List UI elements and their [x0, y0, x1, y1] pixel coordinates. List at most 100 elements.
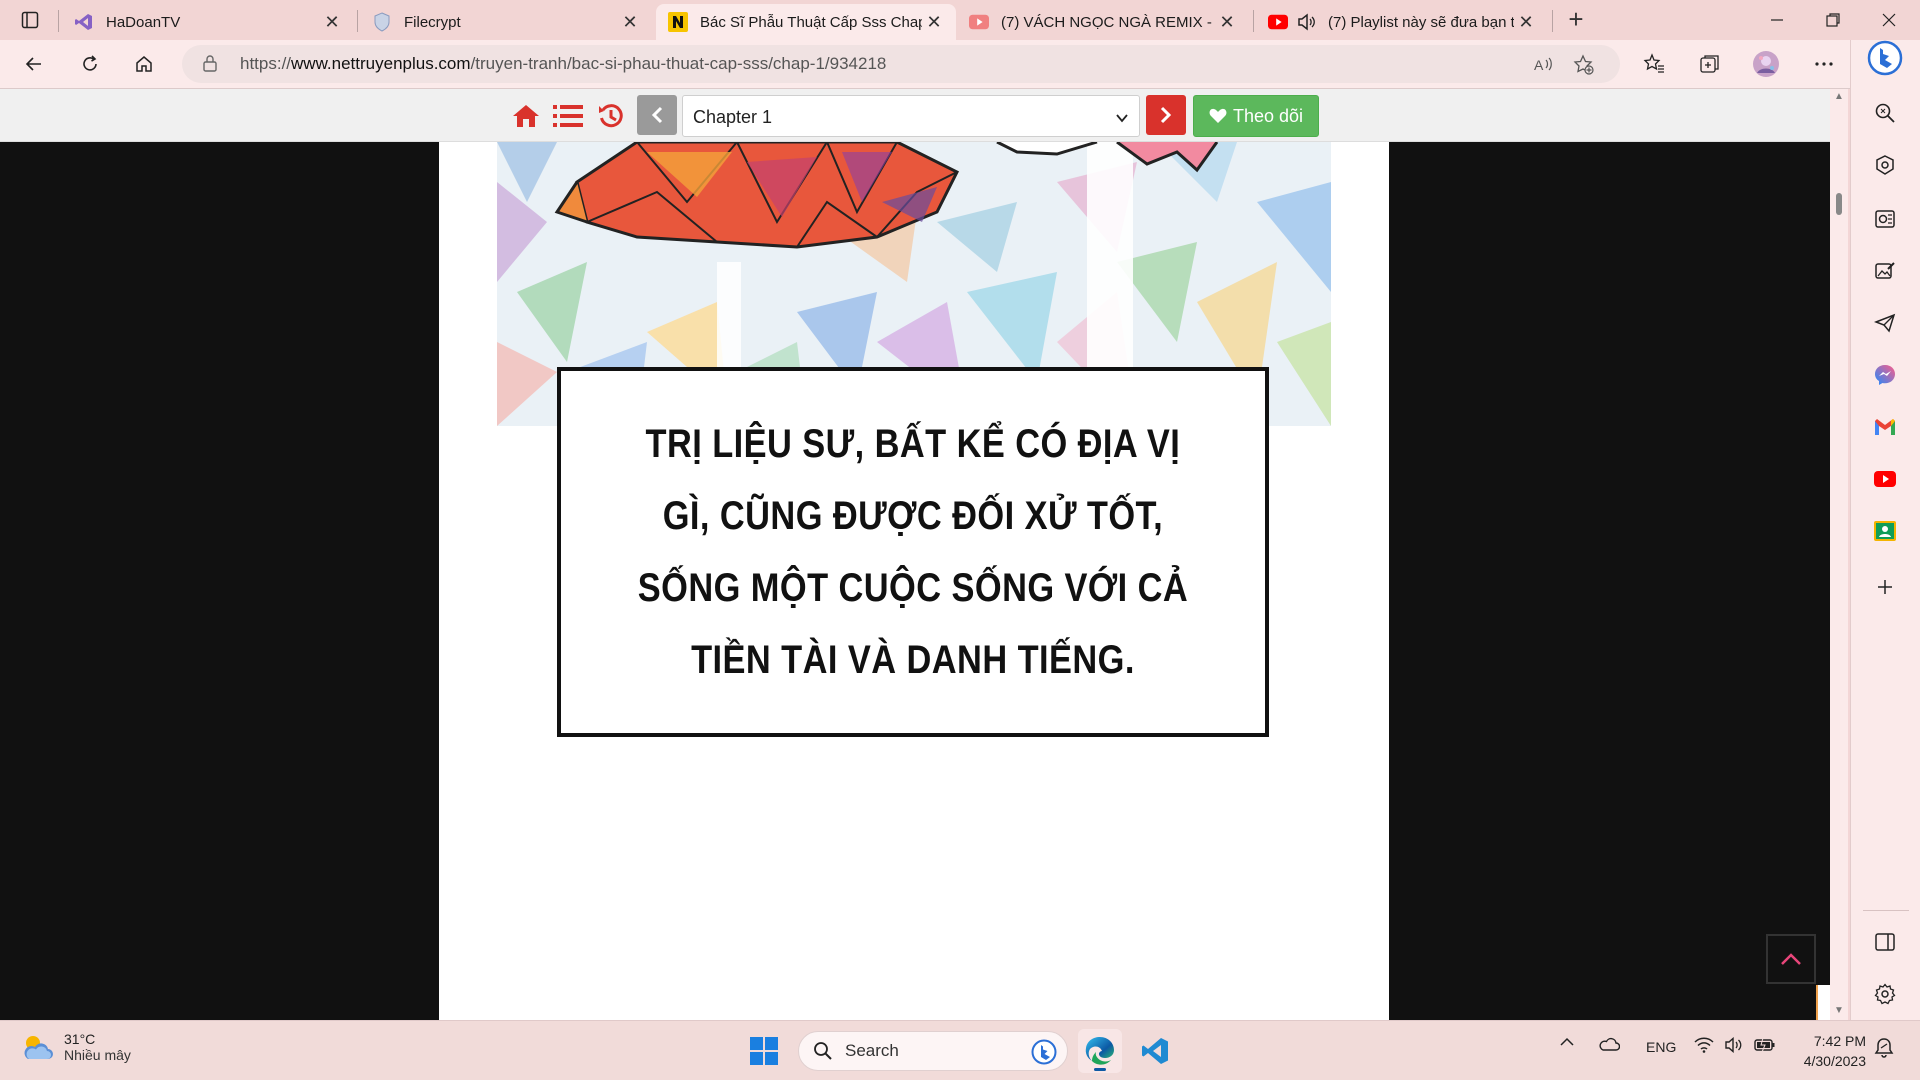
plus-icon	[1878, 580, 1892, 594]
back-arrow-icon	[25, 57, 41, 71]
drop-button[interactable]	[1868, 306, 1902, 340]
address-bar[interactable]: https://www.nettruyenplus.com/truyen-tra…	[182, 45, 1620, 83]
search-placeholder: Search	[845, 1041, 899, 1060]
home-link[interactable]	[510, 101, 542, 131]
follow-button[interactable]: Theo dõi	[1193, 95, 1319, 137]
contacts-button[interactable]	[1868, 514, 1902, 548]
bing-chat-button[interactable]	[1865, 38, 1905, 78]
favorites-button[interactable]	[1638, 48, 1670, 80]
profile-button[interactable]	[1750, 48, 1782, 80]
add-sidebar-app-button[interactable]	[1868, 570, 1902, 604]
partly-cloudy-icon	[24, 1036, 53, 1059]
favorites-icon	[1643, 53, 1664, 73]
wifi-icon[interactable]	[1694, 1037, 1714, 1053]
tab-hadoantv[interactable]: HaDoanTV ✕	[62, 4, 354, 40]
follow-label: Theo dõi	[1232, 105, 1304, 126]
tab-title: (7) VÁCH NGỌC NGÀ REMIX - Al	[1001, 13, 1215, 31]
close-icon	[1882, 13, 1896, 27]
lock-icon[interactable]	[202, 54, 218, 77]
previous-chapter-button[interactable]	[637, 95, 677, 135]
collections-button[interactable]	[1694, 48, 1726, 80]
close-window-button[interactable]	[1862, 0, 1916, 40]
notifications-button[interactable]	[1874, 1037, 1894, 1059]
caption-line: TIỀN TÀI VÀ DANH TIẾNG.	[691, 638, 1135, 682]
manga-caption-box: TRỊ LIỆU SƯ, BẤT KỂ CÓ ĐỊA VỊ GÌ, CŨNG Đ…	[557, 367, 1269, 737]
close-tab-icon[interactable]: ✕	[320, 10, 344, 34]
more-dots-icon	[1815, 62, 1833, 66]
chapter-list-link[interactable]	[552, 101, 584, 131]
outlook-button[interactable]	[1868, 202, 1902, 236]
next-chapter-button[interactable]	[1146, 95, 1186, 135]
taskbar-search-box[interactable]: Search	[798, 1031, 1068, 1071]
vscode-taskbar-button[interactable]	[1133, 1029, 1177, 1073]
sidebar-settings-button[interactable]	[1868, 977, 1902, 1011]
tab-separator	[58, 10, 59, 32]
tab-youtube-remix[interactable]: (7) VÁCH NGỌC NGÀ REMIX - Al ✕	[957, 4, 1249, 40]
tab-youtube-playlist[interactable]: (7) Playlist này sẽ đưa bạn tr ✕	[1256, 4, 1548, 40]
volume-icon[interactable]	[1724, 1037, 1744, 1053]
chevron-up-icon	[1781, 953, 1801, 965]
restore-icon	[1826, 13, 1840, 27]
messenger-button[interactable]	[1868, 358, 1902, 392]
hide-sidebar-button[interactable]	[1868, 925, 1902, 959]
scrollbar-thumb[interactable]	[1836, 193, 1842, 215]
tab-actions-button[interactable]	[10, 6, 50, 34]
back-button[interactable]	[18, 48, 50, 80]
designer-button[interactable]	[1868, 254, 1902, 288]
language-indicator[interactable]: ENG	[1646, 1039, 1676, 1055]
close-tab-icon[interactable]: ✕	[1514, 10, 1538, 34]
clock-date: 4/30/2023	[1803, 1053, 1866, 1069]
history-link[interactable]	[595, 101, 627, 131]
tab-filecrypt[interactable]: Filecrypt ✕	[360, 4, 652, 40]
close-tab-icon[interactable]: ✕	[618, 10, 642, 34]
chapter-select-value: Chapter 1	[693, 107, 773, 127]
caption-line: GÌ, CŨNG ĐƯỢC ĐỐI XỬ TỐT,	[662, 494, 1164, 538]
youtube-icon	[969, 12, 989, 32]
active-app-indicator	[1094, 1068, 1106, 1071]
close-tab-icon[interactable]: ✕	[1215, 10, 1239, 34]
add-favorite-icon[interactable]	[1570, 51, 1598, 79]
edge-icon	[1085, 1037, 1114, 1065]
minimize-icon	[1771, 19, 1783, 21]
list-icon	[553, 105, 583, 127]
scroll-to-top-button[interactable]	[1766, 934, 1816, 984]
page-scrollbar[interactable]: ▲ ▼	[1830, 89, 1848, 1020]
onedrive-button[interactable]	[1598, 1037, 1620, 1051]
chapter-select[interactable]: Chapter 1	[682, 95, 1140, 137]
weather-widget[interactable]: 31°C Nhiều mây	[20, 1031, 131, 1063]
url-text[interactable]: https://www.nettruyenplus.com/truyen-tra…	[240, 54, 886, 74]
scroll-down-arrow-icon[interactable]: ▼	[1834, 1005, 1844, 1016]
taskbar-clock[interactable]: 7:42 PM 4/30/2023	[1790, 1031, 1866, 1071]
speaker-icon[interactable]	[1296, 12, 1316, 32]
refresh-button[interactable]	[74, 48, 106, 80]
more-options-button[interactable]	[1808, 48, 1840, 80]
scroll-up-arrow-icon[interactable]: ▲	[1834, 91, 1844, 102]
read-aloud-icon[interactable]: A	[1530, 51, 1558, 79]
edge-taskbar-button[interactable]	[1078, 1029, 1122, 1073]
search-sidebar-button[interactable]	[1868, 96, 1902, 130]
new-tab-button[interactable]: +	[1562, 6, 1590, 34]
caption-line: SỐNG MỘT CUỘC SỐNG VỚI CẢ	[637, 566, 1189, 610]
shopping-button[interactable]	[1868, 148, 1902, 182]
tab-separator	[1253, 10, 1254, 32]
battery-icon[interactable]	[1754, 1037, 1776, 1053]
history-icon	[599, 104, 623, 128]
restore-button[interactable]	[1806, 0, 1860, 40]
outlook-icon	[1875, 210, 1895, 228]
browser-toolbar: https://www.nettruyenplus.com/truyen-tra…	[0, 40, 1920, 88]
bing-icon	[1867, 40, 1903, 76]
tab-nettruyen[interactable]: Bác Sĩ Phẫu Thuật Cấp Sss Chap ✕	[656, 4, 956, 40]
home-icon	[513, 105, 539, 127]
close-tab-icon[interactable]: ✕	[922, 10, 946, 34]
minimize-button[interactable]	[1750, 0, 1804, 40]
tab-title: Filecrypt	[404, 13, 461, 31]
start-button[interactable]	[742, 1029, 786, 1073]
paper-plane-icon	[1874, 313, 1896, 333]
gmail-button[interactable]	[1868, 410, 1902, 444]
bing-icon[interactable]	[1031, 1039, 1057, 1070]
home-button[interactable]	[128, 48, 160, 80]
tab-title: HaDoanTV	[106, 13, 181, 31]
show-hidden-icons-button[interactable]	[1560, 1037, 1574, 1047]
tab-actions-icon	[21, 11, 39, 29]
youtube-sidebar-button[interactable]	[1868, 462, 1902, 496]
